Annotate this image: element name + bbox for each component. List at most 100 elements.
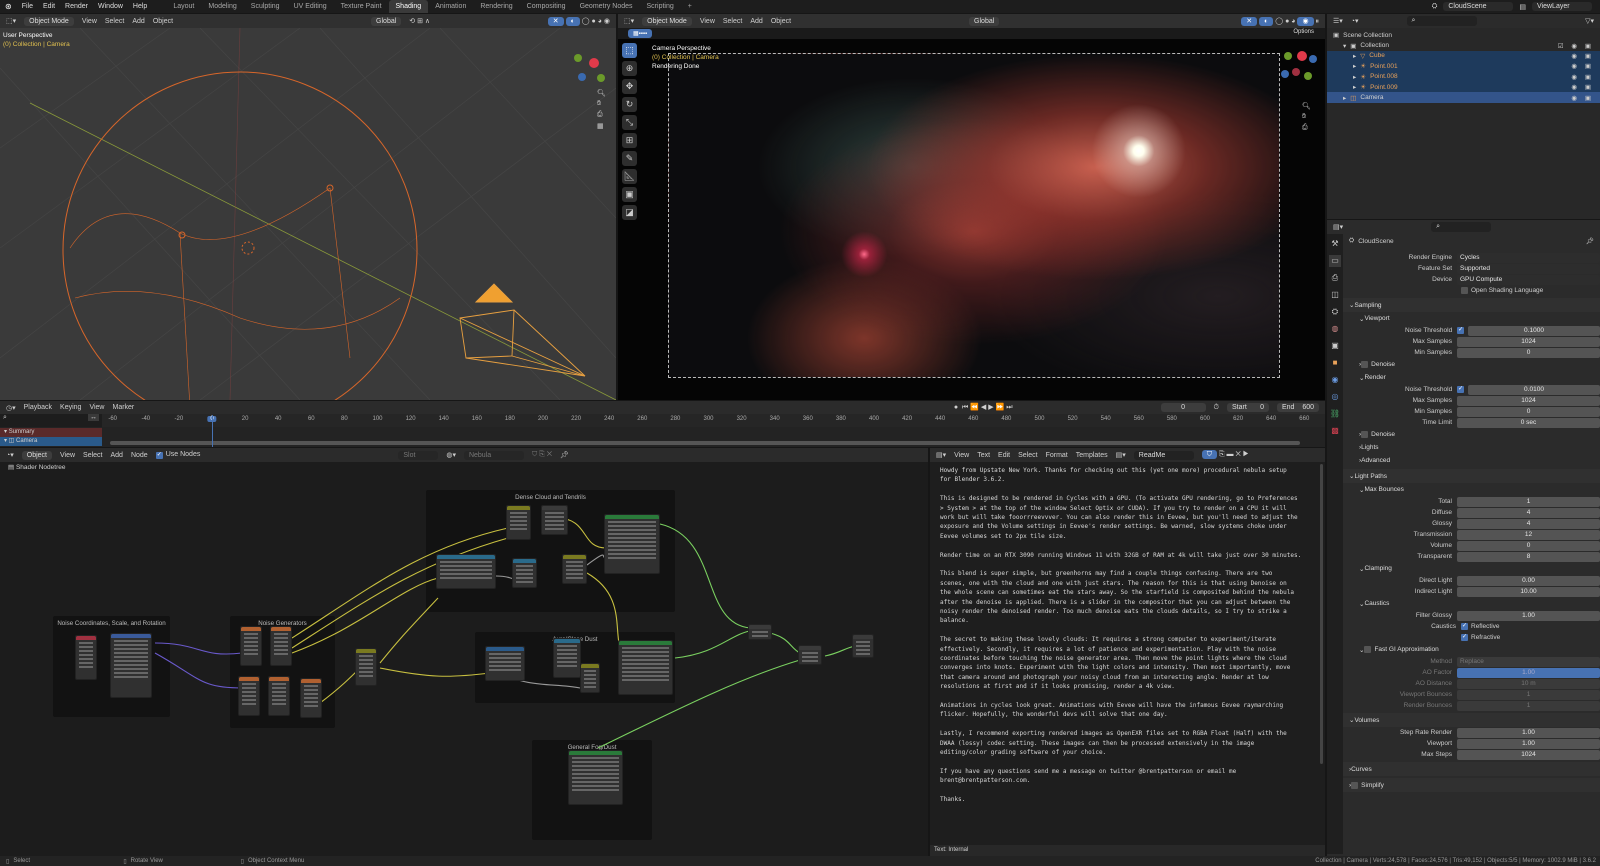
transform-orientation[interactable]: Global (371, 16, 402, 26)
shader-node[interactable] (506, 505, 531, 540)
text-content[interactable]: Howdy from Upstate New York. Thanks for … (940, 466, 1301, 805)
grid-view-icon[interactable]: ▦ (597, 122, 606, 130)
shader-node[interactable] (75, 635, 97, 680)
property-field[interactable]: 1 (1457, 689, 1600, 700)
annotate-tool-icon[interactable]: ✎ (622, 151, 637, 166)
visibility-toggle-icon[interactable]: ☑ ◉ ▣ (1558, 42, 1594, 50)
text-datablock-icon[interactable]: ▤▾ (1116, 451, 1126, 459)
expand-arrow-icon[interactable]: ▸ (1353, 73, 1356, 81)
pan-hand-icon[interactable]: ✋︎ (1302, 113, 1311, 121)
constraint-tab-icon[interactable]: ⛓ (1329, 408, 1341, 420)
properties-editor[interactable]: ▤▾ ⌕ ⚒ ▭ ⎙ ◫ ⛭ ◍ ▣ ■ ◉ ◎ ⛓ ▩ ⛭ CloudScen… (1327, 220, 1600, 856)
outliner-item[interactable]: ▸ ▽ Cube ◉ ▣ (1327, 50, 1600, 62)
shader-node[interactable] (553, 638, 581, 678)
property-field[interactable]: 1024 (1457, 336, 1600, 347)
material-name-field[interactable]: Nebula (463, 450, 524, 460)
property-field[interactable]: 0 (1457, 540, 1600, 551)
menu-render[interactable]: Render (60, 3, 93, 10)
output-tab-icon[interactable]: ⎙ (1329, 272, 1341, 284)
scene-selector[interactable]: CloudScene (1443, 2, 1514, 11)
text-file-name[interactable]: ReadMe (1133, 450, 1194, 460)
texture-tab-icon[interactable]: ▩ (1329, 425, 1341, 437)
measure-tool-icon[interactable]: 📐︎ (622, 169, 637, 184)
camera-viewport[interactable]: ⬚▾ Object Mode View Select Add Object Gl… (618, 14, 1325, 400)
use-nodes-checkbox[interactable]: ✓ Use Nodes (155, 451, 200, 459)
expand-arrow-icon[interactable]: ▾ (1343, 42, 1346, 50)
menu-select[interactable]: Select (83, 452, 102, 459)
panel-header[interactable]: ⌄ Sampling (1343, 298, 1600, 312)
shader-node[interactable] (512, 558, 537, 588)
playback-controls[interactable]: ● ⏮ ⏪ ◀ ▶ ⏩ ⏭ (954, 403, 1013, 412)
property-field[interactable]: 1024 (1457, 749, 1600, 760)
checkbox[interactable] (1461, 287, 1468, 294)
shader-node[interactable] (748, 624, 772, 640)
end-frame-field[interactable]: 600 (1302, 404, 1314, 411)
property-field[interactable]: 12 (1457, 529, 1600, 540)
panel-header[interactable]: › Simplify (1343, 778, 1600, 792)
menu-object[interactable]: Object (153, 18, 173, 25)
shader-node[interactable] (568, 750, 623, 805)
workspace-tab-modeling[interactable]: Modeling (201, 0, 243, 13)
property-field[interactable]: 0.1000 (1468, 325, 1600, 336)
text-file-buttons[interactable]: ⛉ ⎘ ▬ ✕ ▶ (1201, 450, 1248, 459)
outliner-item[interactable]: ▸ ☀ Point.008 ◉ ▣ (1327, 71, 1600, 82)
timeline[interactable]: ◷▾ Playback Keying View Marker ● ⏮ ⏪ ◀ ▶… (0, 401, 1325, 447)
subpanel-enable-checkbox[interactable] (1361, 361, 1369, 368)
panel-header[interactable]: ⌄ Light Paths (1343, 469, 1600, 483)
channel-camera[interactable]: ▾ ◫ Camera (0, 437, 102, 446)
outliner-item[interactable]: ▾ ▣ Collection ☑ ◉ ▣ (1327, 40, 1600, 50)
blender-logo-icon[interactable]: ⊛ (0, 2, 17, 11)
stopwatch-icon[interactable]: ⏱ (1214, 404, 1219, 412)
outliner-item[interactable]: ▣ Scene Collection (1327, 30, 1600, 40)
3d-viewport[interactable]: ⬚▾ Object Mode View Select Add Object Gl… (0, 14, 616, 400)
collection-tab-icon[interactable]: ▣ (1329, 340, 1341, 352)
property-field[interactable]: 1.00 (1457, 610, 1600, 621)
rotate-tool-icon[interactable]: ↻ (622, 97, 637, 112)
text-editor[interactable]: ▤▾ View Text Edit Select Format Template… (930, 448, 1325, 856)
property-enable-checkbox[interactable]: ✓ (1457, 386, 1464, 393)
workspace-tab-scripting[interactable]: Scripting (640, 0, 681, 13)
checkbox[interactable]: ✓ (1461, 634, 1468, 641)
workspace-tab-compositing[interactable]: Compositing (520, 0, 573, 13)
subpanel-header[interactable]: › Denoise (1343, 358, 1600, 371)
property-field[interactable]: 0 (1457, 347, 1600, 358)
shader-node[interactable] (604, 514, 660, 574)
menu-select[interactable]: Select (723, 18, 742, 25)
slot-selector[interactable]: Slot (398, 450, 439, 460)
subpanel-enable-checkbox[interactable] (1361, 431, 1369, 438)
panel-enable-checkbox[interactable] (1351, 781, 1359, 789)
pan-hand-icon[interactable]: ✋︎ (597, 100, 606, 108)
menu-add[interactable]: Add (132, 18, 144, 25)
visibility-toggle-icon[interactable]: ◉ ▣ (1571, 94, 1594, 102)
property-field[interactable]: 4 (1457, 507, 1600, 518)
workspace-tab-sculpting[interactable]: Sculpting (244, 0, 287, 13)
menu-view[interactable]: View (954, 452, 969, 459)
outliner-item[interactable]: ▸ ◫ Camera ◉ ▣ (1327, 92, 1600, 103)
menu-help[interactable]: Help (128, 3, 152, 10)
select-mode-buttons[interactable]: ▦▪▪▪▪ (628, 29, 653, 38)
subpanel-header[interactable]: ⌄ Render (1343, 371, 1600, 384)
property-field[interactable]: Replace (1457, 656, 1600, 667)
menu-format[interactable]: Format (1046, 452, 1068, 459)
filter-view-icon[interactable]: ◔▾ (1351, 17, 1359, 25)
property-field[interactable]: 0 (1457, 406, 1600, 417)
workspace-tab-texture-paint[interactable]: Texture Paint (334, 0, 389, 13)
checkbox-row[interactable]: ✓ Refractive (1343, 632, 1600, 643)
menu-select[interactable]: Select (1018, 452, 1037, 459)
view-layer-selector[interactable]: ViewLayer (1532, 2, 1592, 11)
subpanel-header[interactable]: › Denoise (1343, 428, 1600, 441)
cursor-tool-icon[interactable]: ⊕ (622, 61, 637, 76)
outliner-search[interactable]: ⌕ (1406, 16, 1477, 26)
fake-user-icon[interactable]: ⛉ ⎘ ✕ (532, 451, 552, 459)
shading-buttons[interactable]: ✕ ◐ ◯ ● ◕ ◉ ⏸ (1241, 16, 1319, 26)
visibility-toggle-icon[interactable]: ◉ ▣ (1571, 52, 1594, 60)
workspace-tab-geometry-nodes[interactable]: Geometry Nodes (573, 0, 640, 13)
navigation-gizmo[interactable] (1278, 50, 1318, 90)
editor-type-icon[interactable]: ⬚▾ (6, 17, 16, 25)
subpanel-header[interactable]: › Lights (1343, 441, 1600, 454)
outliner[interactable]: ☰▾ ◔▾ ⌕ ▽▾ ▣ Scene Collection ▾ ▣ Collection… (1327, 14, 1600, 219)
subpanel-header[interactable]: ⌄ Caustics (1343, 597, 1600, 610)
menu-text[interactable]: Text (977, 452, 990, 459)
object-tab-icon[interactable]: ■ (1329, 357, 1341, 369)
view-layer-tab-icon[interactable]: ◫ (1329, 289, 1341, 301)
